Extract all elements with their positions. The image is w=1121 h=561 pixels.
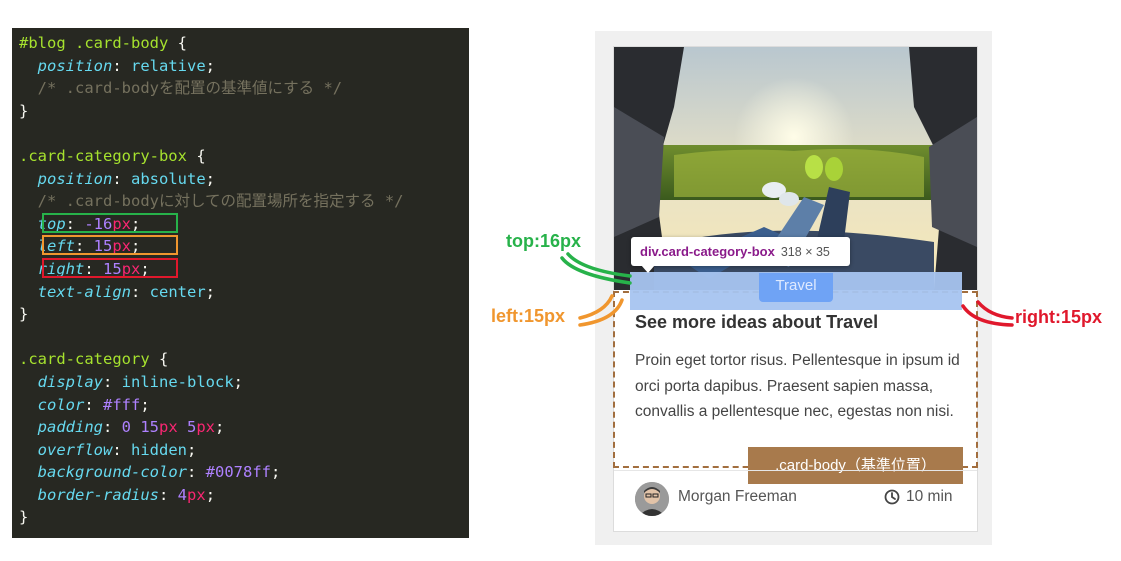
annotation-left: left:15px xyxy=(491,306,566,326)
right-arrow xyxy=(961,300,1014,327)
annotation-right: right:15px xyxy=(1015,307,1103,327)
annotation-top: top:16px xyxy=(506,231,582,251)
annotation-arrows xyxy=(560,252,1014,327)
top-arrow xyxy=(560,252,632,285)
left-arrow xyxy=(578,294,624,327)
